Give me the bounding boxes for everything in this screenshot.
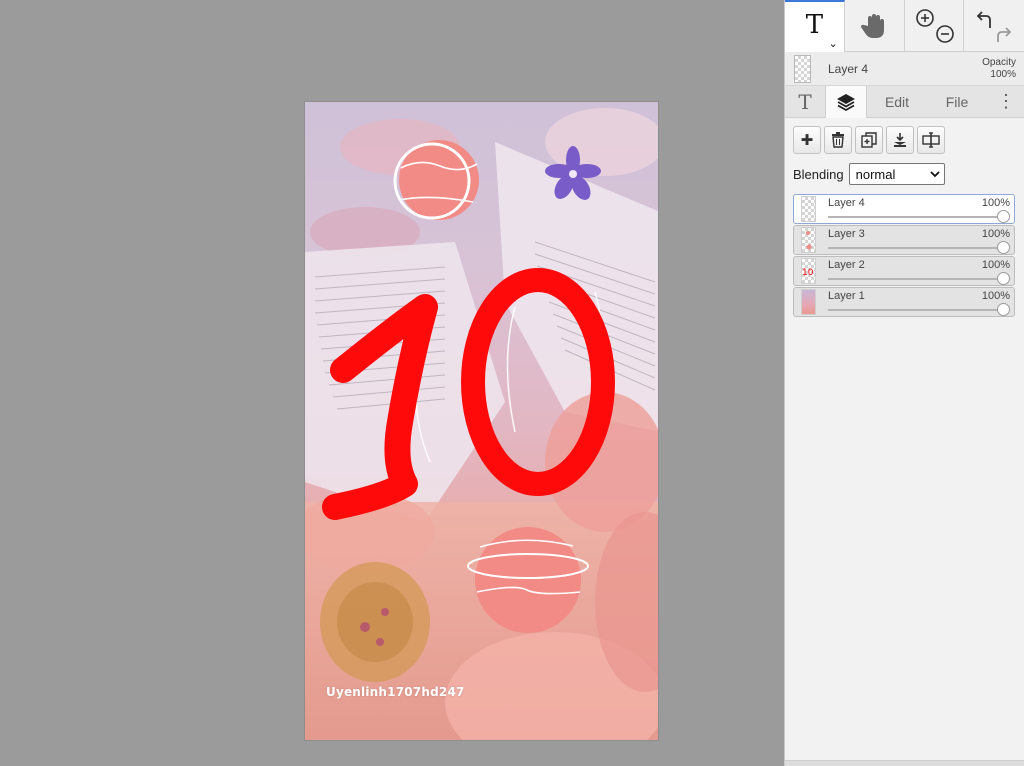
duplicate-layer-button[interactable] [855, 126, 883, 154]
layer-thumbnail [801, 289, 816, 315]
blending-row: Blending normal [785, 162, 1024, 186]
toolbar: T ⌄ [785, 0, 1024, 52]
opacity-slider-track[interactable] [828, 216, 1004, 218]
tab-file[interactable]: File [927, 86, 987, 117]
layer-thumbnail [801, 196, 816, 222]
current-layer-opacity[interactable]: Opacity 100% [982, 57, 1016, 81]
duplicate-icon [861, 132, 877, 148]
trash-icon [832, 132, 844, 148]
opacity-slider-handle[interactable] [997, 241, 1010, 254]
merge-down-icon [894, 133, 906, 147]
opacity-slider-track[interactable] [828, 247, 1004, 249]
layer-opacity: 100% [981, 228, 1010, 240]
add-layer-button[interactable]: ✚ [793, 126, 821, 154]
layer-properties-button[interactable] [917, 126, 945, 154]
side-panel: T ⌄ Layer 4 Opacity 100% T Edit File ⋮ ✚… [784, 0, 1024, 766]
chevron-down-icon[interactable]: ⌄ [829, 37, 838, 50]
opacity-slider-handle[interactable] [997, 272, 1010, 285]
blending-select[interactable]: normal [848, 163, 945, 185]
opacity-slider-handle[interactable] [997, 303, 1010, 316]
layers-panel: ✚ Blending normal Layer 4 100% Layer 3 1… [785, 118, 1024, 766]
layer-row-layer-2[interactable]: 10 Layer 2 100% [793, 256, 1015, 286]
plus-icon: ✚ [800, 132, 814, 149]
layer-row-layer-3[interactable]: Layer 3 100% [793, 225, 1015, 255]
properties-icon [922, 132, 940, 148]
undo-icon[interactable] [976, 11, 992, 28]
undo-redo-tools [964, 0, 1024, 52]
layer-opacity: 100% [981, 197, 1010, 209]
current-layer-header: Layer 4 Opacity 100% [785, 52, 1024, 86]
layers-icon [837, 94, 855, 112]
opacity-label: Opacity [982, 56, 1016, 68]
more-menu-icon[interactable]: ⋮ [988, 86, 1024, 117]
redo-icon[interactable] [997, 27, 1012, 42]
panel-tabs: T Edit File ⋮ [785, 86, 1024, 118]
layer-row-layer-4[interactable]: Layer 4 100% [793, 194, 1015, 224]
merge-down-button[interactable] [886, 126, 914, 154]
hand-icon [861, 14, 885, 38]
canvas-workspace[interactable]: Uyenlinh1707hd247 [0, 0, 784, 766]
layer-name: Layer 3 [828, 228, 865, 240]
zoom-tool [905, 0, 965, 52]
chevron-down-icon [929, 171, 940, 178]
image-canvas[interactable]: Uyenlinh1707hd247 [304, 101, 659, 741]
tab-edit[interactable]: Edit [867, 86, 927, 117]
layer-row-layer-1[interactable]: Layer 1 100% [793, 287, 1015, 317]
tab-type[interactable]: T [785, 86, 825, 117]
layer-name: Layer 4 [828, 197, 865, 209]
hand-tool-button[interactable] [845, 0, 905, 52]
peony-stamens [320, 562, 430, 682]
text-tool-button[interactable]: T ⌄ [785, 0, 845, 52]
delete-layer-button[interactable] [824, 126, 852, 154]
opacity-slider-track[interactable] [828, 309, 1004, 311]
zoom-in-icon[interactable] [916, 9, 934, 27]
current-layer-thumbnail [794, 54, 811, 83]
opacity-value: 100% [990, 68, 1016, 80]
current-layer-name: Layer 4 [828, 61, 869, 76]
tab-layers[interactable] [825, 86, 867, 118]
layer-opacity: 100% [981, 290, 1010, 302]
layer-thumbnail: 10 [801, 258, 816, 284]
layer-name: Layer 1 [828, 290, 865, 302]
top-planet [393, 140, 479, 220]
layer-action-row: ✚ [785, 126, 1024, 154]
layer-list: Layer 4 100% Layer 3 100% 10 Layer 2 100… [785, 194, 1024, 317]
layer-thumbnail [801, 227, 816, 253]
text-tool-icon: T [805, 10, 824, 40]
layer-name: Layer 2 [828, 259, 865, 271]
opacity-slider-track[interactable] [828, 278, 1004, 280]
canvas-artwork [305, 108, 658, 740]
watermark-text: Uyenlinh1707hd247 [326, 685, 465, 699]
layer-opacity: 100% [981, 259, 1010, 271]
panel-bottom-edge [785, 760, 1024, 766]
zoom-out-icon[interactable] [936, 25, 954, 43]
blending-label: Blending [793, 166, 844, 182]
blending-value: normal [855, 166, 896, 182]
opacity-slider-handle[interactable] [997, 210, 1010, 223]
svg-text:10: 10 [802, 268, 814, 278]
